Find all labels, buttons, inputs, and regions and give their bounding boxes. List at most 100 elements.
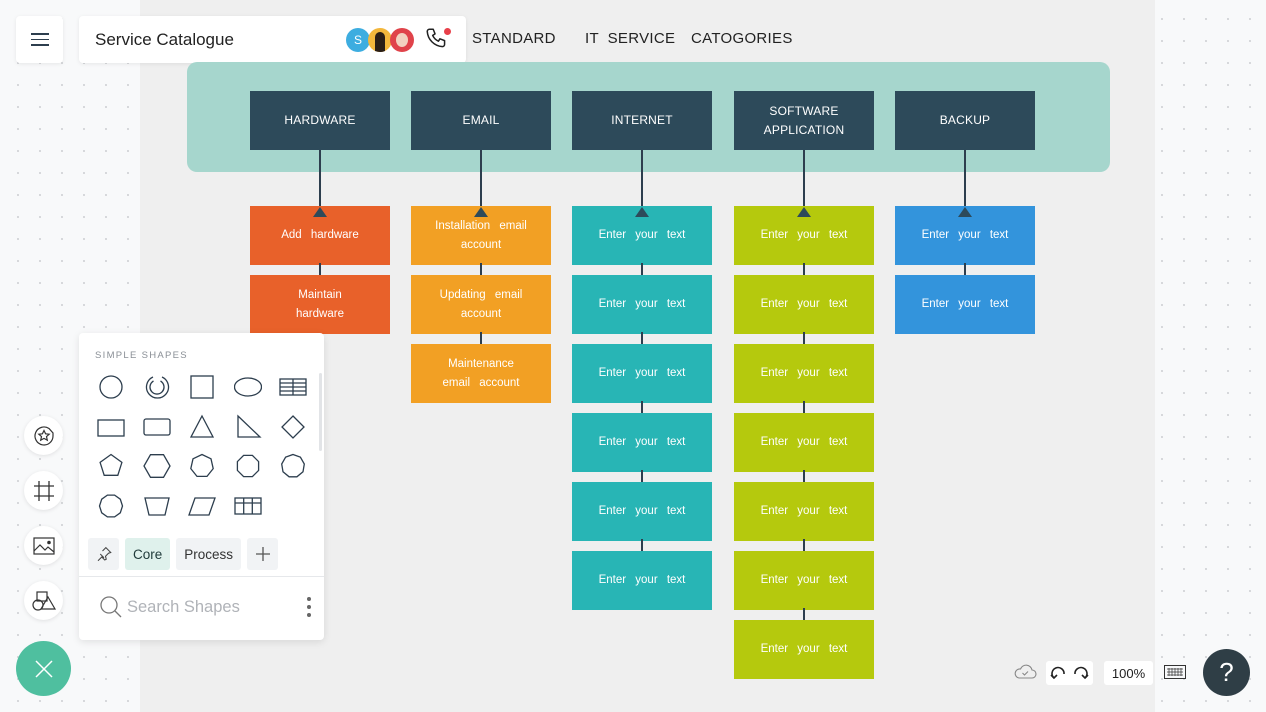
category-box[interactable]: EMAIL bbox=[411, 91, 551, 150]
service-item-box[interactable]: Enter your text bbox=[572, 275, 712, 334]
heptagon-icon bbox=[190, 453, 214, 478]
tab-process[interactable]: Process bbox=[176, 538, 242, 570]
frame-icon bbox=[33, 480, 54, 501]
call-indicator bbox=[444, 27, 451, 35]
shape-pentagon[interactable] bbox=[89, 448, 133, 484]
close-toolbar-button[interactable] bbox=[16, 641, 71, 696]
connector-line[interactable] bbox=[319, 150, 321, 208]
table-grid-icon bbox=[233, 496, 262, 515]
avatar[interactable] bbox=[390, 27, 414, 52]
shape-right-triangle[interactable] bbox=[226, 409, 270, 445]
connector-line[interactable] bbox=[964, 150, 966, 208]
arrowhead-icon bbox=[797, 207, 811, 217]
service-item-box[interactable]: Updating email account bbox=[411, 275, 551, 334]
panel-scrollbar[interactable] bbox=[319, 373, 322, 451]
phone-call-icon[interactable] bbox=[424, 26, 452, 54]
shape-decagon[interactable] bbox=[89, 488, 133, 524]
cloud-saved-icon[interactable] bbox=[1013, 662, 1037, 685]
zoom-level-button[interactable]: 100% bbox=[1104, 661, 1153, 685]
tab-core[interactable]: Core bbox=[125, 538, 171, 570]
main-menu-button[interactable] bbox=[16, 16, 63, 63]
shape-library-tabs: Core Process bbox=[88, 538, 279, 570]
collaborator-avatars: S bbox=[346, 27, 414, 52]
more-options-icon[interactable] bbox=[305, 597, 313, 619]
category-box[interactable]: SOFTWARE APPLICATION bbox=[734, 91, 874, 150]
octagon-icon bbox=[236, 454, 259, 478]
keyboard-shortcuts-icon[interactable] bbox=[1164, 665, 1186, 684]
connector-line[interactable] bbox=[641, 150, 643, 208]
image-tool-button[interactable] bbox=[24, 526, 63, 565]
image-icon bbox=[32, 536, 55, 555]
trapezoid-icon bbox=[143, 496, 170, 516]
hamburger-menu-icon bbox=[30, 33, 49, 46]
frame-tool-button[interactable] bbox=[24, 471, 63, 510]
document-title[interactable]: Service Catalogue bbox=[95, 30, 348, 50]
shape-nonagon[interactable] bbox=[271, 448, 315, 484]
service-item-box[interactable]: Enter your text bbox=[734, 413, 874, 472]
shapes-tool-button[interactable] bbox=[24, 581, 63, 620]
shape-rectangle[interactable] bbox=[89, 409, 133, 445]
service-item-box[interactable]: Enter your text bbox=[572, 344, 712, 403]
connector-line[interactable] bbox=[480, 150, 482, 208]
category-box[interactable]: HARDWARE bbox=[250, 91, 390, 150]
undo-button[interactable] bbox=[1050, 666, 1066, 680]
shape-parallelogram[interactable] bbox=[180, 488, 224, 524]
add-library-button[interactable] bbox=[247, 538, 279, 570]
table-striped-icon bbox=[279, 378, 307, 396]
sticker-tool-button[interactable] bbox=[24, 416, 63, 455]
divider bbox=[79, 576, 324, 577]
shape-ellipse[interactable] bbox=[226, 369, 270, 405]
canvas-heading-word[interactable]: IT SERVICE bbox=[585, 30, 675, 47]
avatar[interactable]: S bbox=[346, 27, 370, 52]
close-icon bbox=[34, 659, 53, 678]
service-item-box[interactable]: Enter your text bbox=[734, 344, 874, 403]
shape-triangle[interactable] bbox=[180, 409, 224, 445]
service-item-box[interactable]: Enter your text bbox=[734, 551, 874, 610]
service-item-box[interactable]: Enter your text bbox=[895, 275, 1035, 334]
shape-trapezoid[interactable] bbox=[135, 488, 179, 524]
shape-hexagon[interactable] bbox=[135, 448, 179, 484]
shape-square[interactable] bbox=[180, 369, 224, 405]
undo-icon bbox=[1050, 666, 1065, 680]
shape-table-grid[interactable] bbox=[226, 488, 270, 524]
redo-button[interactable] bbox=[1073, 666, 1089, 680]
undo-redo-group bbox=[1046, 661, 1093, 685]
pin-library-button[interactable] bbox=[88, 538, 119, 570]
decagon-icon bbox=[98, 493, 124, 518]
category-box[interactable]: BACKUP bbox=[895, 91, 1035, 150]
nonagon-icon bbox=[281, 453, 305, 478]
service-item-box[interactable]: Enter your text bbox=[734, 482, 874, 541]
category-box[interactable]: INTERNET bbox=[572, 91, 712, 150]
connector-line[interactable] bbox=[803, 150, 805, 208]
partial-ring-icon bbox=[145, 376, 169, 399]
shape-circle[interactable] bbox=[89, 369, 133, 405]
hexagon-icon bbox=[142, 454, 171, 478]
avatar[interactable] bbox=[368, 27, 392, 52]
shapes-panel: SIMPLE SHAPES Core Process bbox=[79, 333, 324, 640]
service-item-box[interactable]: Enter your text bbox=[572, 551, 712, 610]
service-item-box[interactable]: Enter your text bbox=[734, 620, 874, 679]
shape-octagon[interactable] bbox=[226, 448, 270, 484]
service-item-box[interactable]: Enter your text bbox=[572, 413, 712, 472]
shape-heptagon[interactable] bbox=[180, 448, 224, 484]
document-title-bar: Service Catalogue S bbox=[79, 16, 466, 63]
shape-table-striped[interactable] bbox=[271, 369, 315, 405]
diamond-icon bbox=[281, 414, 305, 439]
shape-diamond[interactable] bbox=[271, 409, 315, 445]
service-item-box[interactable]: Maintenance email account bbox=[411, 344, 551, 403]
service-item-box[interactable]: Enter your text bbox=[572, 482, 712, 541]
canvas-heading-word[interactable]: STANDARD bbox=[472, 30, 556, 47]
section-label: SIMPLE SHAPES bbox=[95, 350, 188, 361]
right-triangle-icon bbox=[236, 413, 262, 438]
search-shapes-input[interactable] bbox=[127, 597, 277, 617]
redo-icon bbox=[1074, 666, 1089, 680]
parallelogram-icon bbox=[188, 496, 216, 516]
help-button[interactable]: ? bbox=[1203, 649, 1250, 696]
service-item-box[interactable]: Enter your text bbox=[734, 275, 874, 334]
canvas-heading-word[interactable]: CATOGORIES bbox=[691, 30, 793, 47]
shape-rounded-rectangle[interactable] bbox=[135, 409, 179, 445]
service-item-box[interactable]: Maintain hardware bbox=[250, 275, 390, 334]
shapes-icon bbox=[31, 590, 56, 611]
pentagon-icon bbox=[99, 453, 123, 476]
shape-partial-ring[interactable] bbox=[135, 369, 179, 405]
